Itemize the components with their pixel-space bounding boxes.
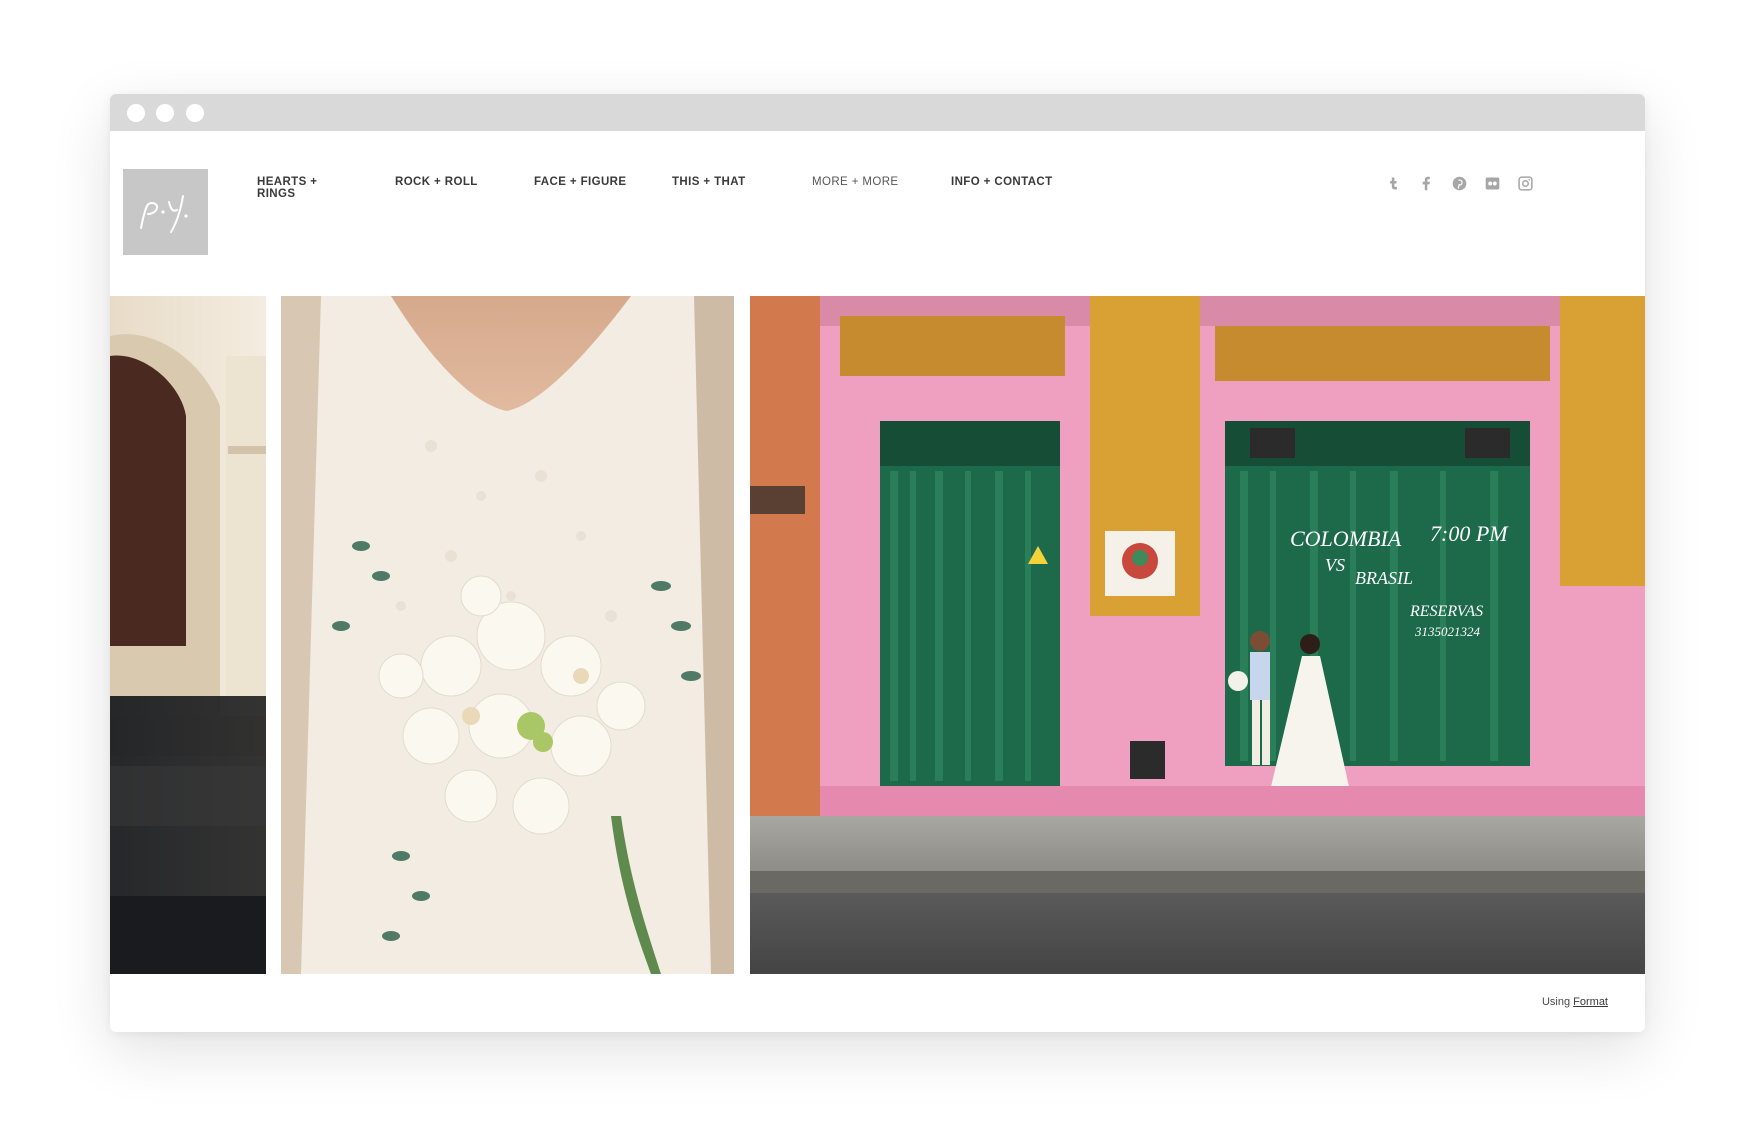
gallery-photo-couple-street[interactable]: COLOMBIA VS BRASIL 7:00 PM RESERVAS 3135… bbox=[750, 296, 1645, 974]
facebook-icon[interactable] bbox=[1417, 174, 1435, 192]
instagram-icon[interactable] bbox=[1516, 174, 1534, 192]
doorway-image bbox=[110, 296, 266, 974]
nav-hearts-rings[interactable]: HEARTS + RINGS bbox=[257, 176, 317, 200]
gallery-photo-bouquet[interactable] bbox=[281, 296, 734, 974]
chalk-colombia: COLOMBIA bbox=[1290, 526, 1402, 551]
site-logo[interactable] bbox=[123, 169, 208, 255]
nav-face-figure[interactable]: FACE + FIGURE bbox=[534, 176, 626, 188]
flickr-icon[interactable] bbox=[1483, 174, 1501, 192]
gallery-photo-doorway[interactable] bbox=[110, 296, 266, 974]
chalk-time: 7:00 PM bbox=[1430, 521, 1509, 546]
window-maximize-dot[interactable] bbox=[186, 104, 204, 122]
window-minimize-dot[interactable] bbox=[156, 104, 174, 122]
format-link[interactable]: Format bbox=[1573, 996, 1608, 1008]
browser-window: HEARTS + RINGS ROCK + ROLL FACE + FIGURE… bbox=[110, 94, 1645, 1032]
browser-chrome-bar bbox=[110, 94, 1645, 131]
chalk-vs: VS bbox=[1325, 555, 1345, 575]
chalk-reservas: RESERVAS bbox=[1409, 603, 1483, 620]
tumblr-icon[interactable] bbox=[1384, 174, 1402, 192]
chalk-brasil: BRASIL bbox=[1355, 568, 1413, 588]
pinterest-icon[interactable] bbox=[1450, 174, 1468, 192]
nav-this-that[interactable]: THIS + THAT bbox=[672, 176, 746, 188]
chalk-phone: 3135021324 bbox=[1414, 624, 1481, 639]
footer-prefix: Using bbox=[1541, 996, 1571, 1008]
window-close-dot[interactable] bbox=[127, 104, 145, 122]
signature-logo-icon bbox=[139, 195, 188, 233]
nav-rock-roll[interactable]: ROCK + ROLL bbox=[395, 176, 478, 188]
nav-more-more[interactable]: MORE + MORE bbox=[812, 176, 899, 188]
bouquet-image bbox=[281, 296, 734, 974]
footer-credit: Using Format bbox=[1542, 996, 1608, 1008]
couple-street-image: COLOMBIA VS BRASIL 7:00 PM RESERVAS 3135… bbox=[750, 296, 1645, 974]
nav-info-contact[interactable]: INFO + CONTACT bbox=[951, 176, 1053, 188]
